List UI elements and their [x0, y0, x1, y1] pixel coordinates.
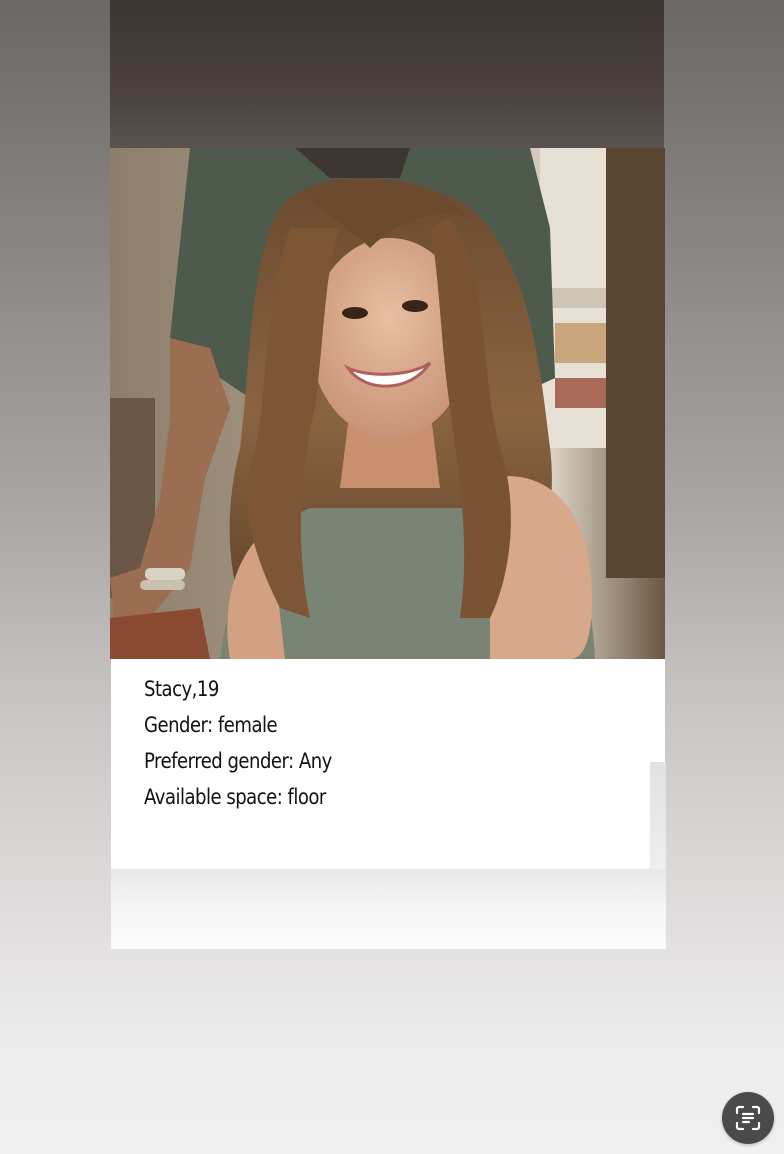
text-scan-button[interactable]: [722, 1092, 774, 1144]
profile-available-space: Available space: floor: [144, 785, 326, 809]
profile-name-age: Stacy,19: [144, 677, 219, 701]
profile-details: Stacy,19 Gender: female Preferred gender…: [144, 671, 362, 815]
profile-gender: Gender: female: [144, 713, 278, 737]
card-edge: [650, 762, 666, 870]
text-scan-icon: [735, 1105, 761, 1131]
profile-preferred-gender: Preferred gender: Any: [144, 749, 332, 773]
card-footer-fade: [111, 869, 666, 949]
story-card-header: [110, 0, 664, 150]
profile-photo: [110, 148, 665, 659]
